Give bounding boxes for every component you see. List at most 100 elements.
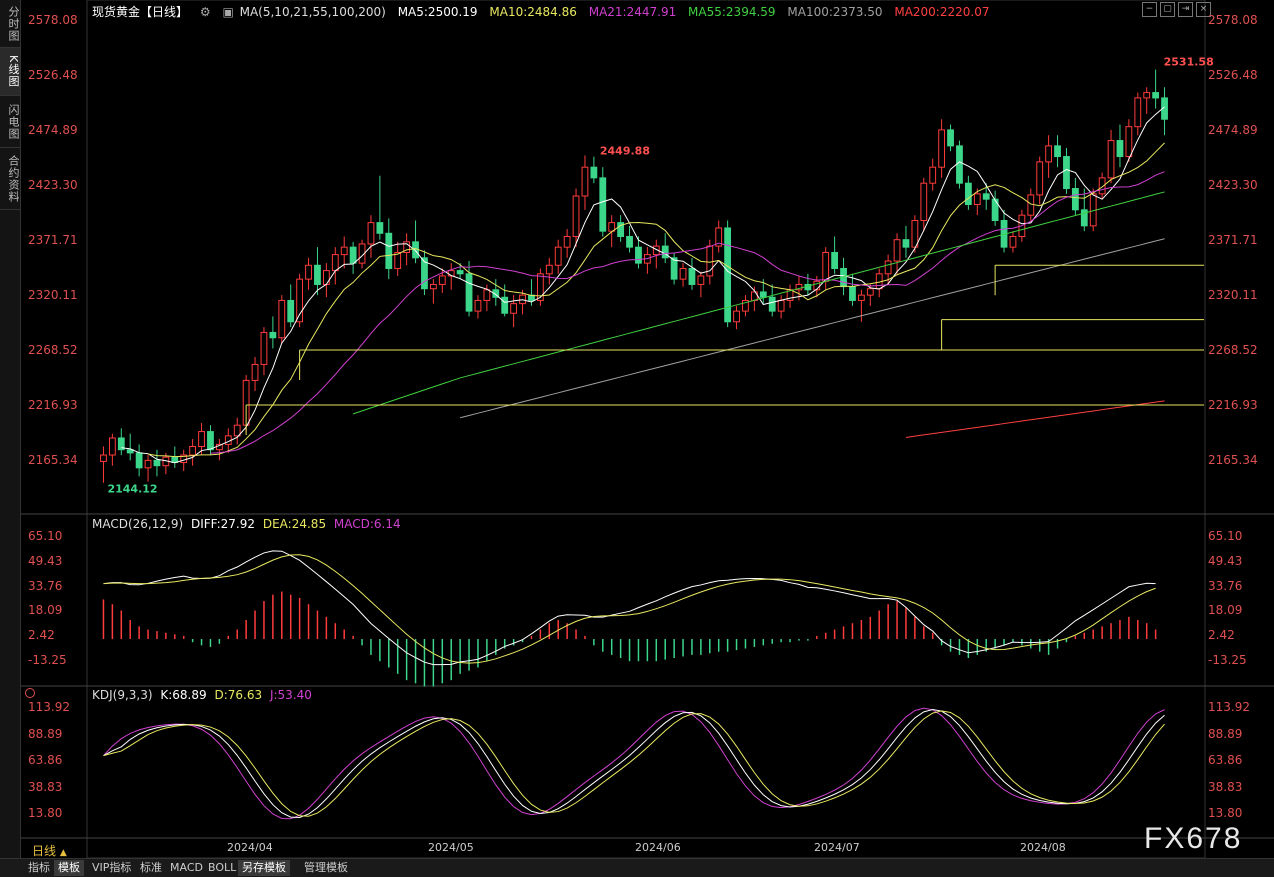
kdj-ytick-right: 113.92 [1208, 700, 1250, 714]
main-ytick-right: 2474.89 [1208, 123, 1258, 137]
period-label: 日线 [32, 844, 57, 858]
bottom-tab[interactable]: 标准 [136, 860, 166, 876]
macd-ytick-left: 65.10 [28, 529, 63, 543]
candle-down [1071, 188, 1079, 211]
ma5-line [121, 106, 1165, 464]
ma100-value: MA100:2373.50 [787, 5, 883, 19]
chart-canvas[interactable]: 2531.58 2449.88 2144.12 [21, 0, 1274, 858]
candle-down [501, 296, 509, 314]
candle-up [305, 264, 312, 280]
kdj-ytick-left: 63.86 [28, 753, 63, 767]
kdj-ytick-left: 38.83 [28, 779, 63, 794]
ma-settings-icon[interactable]: ▣ [222, 5, 233, 19]
bottom-tab[interactable]: 指标 [24, 860, 54, 876]
candle-down [599, 177, 607, 232]
candle-up [1134, 97, 1142, 128]
candle-down [849, 286, 856, 301]
main-ytick-left: 2268.52 [28, 343, 78, 357]
kdj-k-line [103, 709, 1165, 818]
kdj-j-line [103, 707, 1165, 820]
kdj-ytick-right: 63.86 [1208, 753, 1243, 767]
xaxis-date-label: 2024/05 [428, 841, 474, 854]
candle-up [251, 363, 259, 381]
candle-up [920, 182, 928, 222]
candle-down [376, 222, 384, 234]
candle-down [465, 273, 473, 312]
xaxis-date-label: 2024/07 [814, 841, 860, 854]
candle-up [260, 331, 268, 365]
macd-ytick-left: 2.42 [28, 628, 55, 643]
bottom-tab[interactable]: BOLL [204, 860, 240, 876]
kdj-ytick-left: 88.89 [28, 726, 63, 741]
candle-down [1063, 156, 1070, 190]
macd-dea: DEA:24.85 [262, 517, 327, 531]
main-ytick-right: 2526.48 [1208, 68, 1258, 82]
macd-diff: DIFF:27.92 [190, 517, 256, 531]
candle-down [1054, 145, 1061, 158]
tab-intraday[interactable]: 分时图 [0, 0, 20, 48]
macd-ytick-right: 2.42 [1208, 628, 1235, 643]
candle-up [581, 166, 589, 197]
candle-up [857, 294, 865, 301]
bottom-tab[interactable]: 另存模板 [238, 860, 290, 876]
bottom-tab[interactable]: MACD [166, 860, 207, 876]
tab-contract-info[interactable]: 合约资料 [0, 148, 20, 210]
macd-ytick-left: 49.43 [28, 553, 63, 568]
ma21-value: MA21:2447.91 [588, 5, 677, 19]
macd-ytick-right: -13.25 [1208, 653, 1247, 667]
left-sidebar: 分时图 K线图 闪电图 合约资料 [0, 0, 21, 858]
ma200-value: MA200:2220.07 [894, 5, 990, 19]
tab-kline[interactable]: K线图 [0, 48, 20, 96]
macd-ytick-right: 65.10 [1208, 529, 1243, 543]
candle-down [207, 431, 214, 451]
candle-down [1152, 92, 1160, 99]
main-ytick-left: 2165.34 [28, 453, 78, 467]
main-ytick-left: 2474.89 [28, 123, 78, 137]
low-price-label: 2144.12 [107, 483, 157, 496]
gear-icon[interactable]: ⚙ [200, 5, 211, 19]
restore-icon[interactable]: ▢ [1160, 2, 1175, 17]
minimize-icon[interactable]: − [1142, 2, 1157, 17]
main-ytick-left: 2526.48 [28, 68, 78, 82]
kdj-d: D:76.63 [214, 688, 263, 702]
candle-up [474, 299, 482, 312]
ma10-value: MA10:2484.86 [489, 5, 577, 19]
candle-up [144, 459, 152, 469]
candle-down [661, 245, 669, 259]
main-header: 现货黄金【日线】 ⚙ ▣ MA(5,10,21,55,100,200) MA5:… [92, 3, 997, 20]
tab-flash[interactable]: 闪电图 [0, 96, 20, 148]
candle-up [278, 299, 286, 339]
main-ytick-left: 2423.30 [28, 178, 78, 192]
candle-down [287, 299, 295, 323]
expand-icon[interactable]: ⇥ [1178, 2, 1193, 17]
main-ytick-right: 2578.08 [1208, 13, 1258, 27]
kdj-ytick-right: 13.80 [1208, 806, 1243, 820]
candle-down [626, 235, 633, 248]
bottom-tab[interactable]: 模板 [54, 860, 84, 876]
candle-up [973, 193, 981, 206]
candle-up [367, 222, 375, 245]
candle-up [822, 251, 830, 282]
macd-header: MACD(26,12,9) DIFF:27.92 DEA:24.85 MACD:… [92, 517, 409, 531]
candle-up [1143, 92, 1151, 99]
main-ytick-right: 2320.11 [1208, 288, 1258, 302]
main-ytick-left: 2216.93 [28, 398, 78, 412]
candle-up [233, 424, 241, 437]
xaxis-date-label: 2024/04 [227, 841, 273, 854]
candle-down [135, 452, 143, 469]
candle-down [590, 166, 598, 179]
period-selector[interactable]: 日线 ▲ [32, 842, 67, 859]
macd-ytick-right: 18.09 [1208, 603, 1243, 618]
candle-up [1045, 145, 1053, 163]
bottom-tab[interactable]: 管理模板 [300, 860, 352, 876]
macd-ytick-right: 33.76 [1208, 578, 1243, 593]
candle-down [688, 267, 696, 285]
candle-down [768, 296, 776, 312]
macd-ytick-right: 49.43 [1208, 553, 1243, 568]
macd-ytick-left: -13.25 [28, 653, 67, 667]
bottom-toolbar: 指标 模板 VIP指标 标准 MACD BOLL 另存模板 管理模板 [0, 858, 1274, 877]
macd-value: MACD:6.14 [333, 517, 401, 531]
candle-up [554, 246, 562, 266]
kdj-indicator-icon[interactable] [25, 688, 35, 698]
bottom-tab[interactable]: VIP指标 [88, 860, 135, 876]
